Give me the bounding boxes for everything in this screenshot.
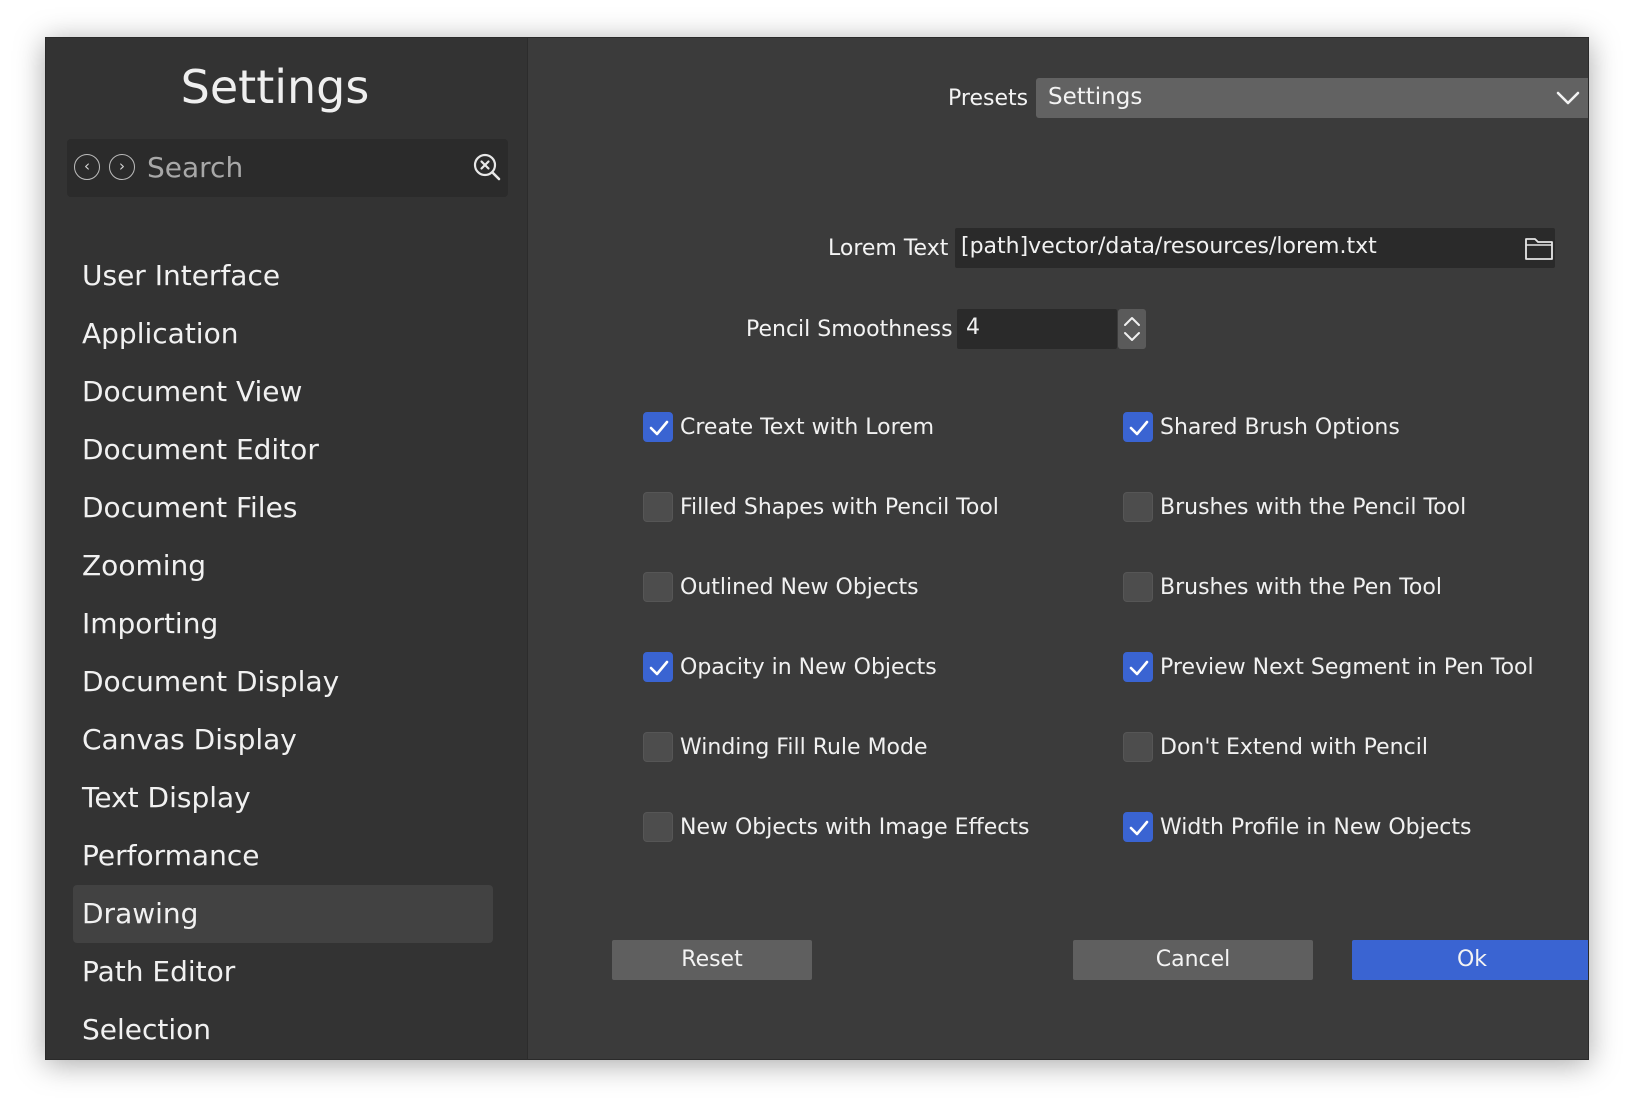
- checkbox-filled-shapes-with-pencil-tool[interactable]: Filled Shapes with Pencil Tool: [643, 491, 999, 523]
- checkbox-dont-extend-with-pencil[interactable]: Don't Extend with Pencil: [1123, 731, 1428, 763]
- sidebar-item-application[interactable]: Application: [73, 305, 493, 363]
- checkbox-box[interactable]: [643, 732, 673, 762]
- reset-button[interactable]: Reset: [612, 940, 812, 980]
- checkbox-label: Preview Next Segment in Pen Tool: [1160, 654, 1534, 680]
- lorem-path-input[interactable]: [path]vector/data/resources/lorem.txt: [955, 228, 1555, 268]
- checkbox-box[interactable]: [643, 652, 673, 682]
- ok-button[interactable]: Ok: [1352, 940, 1588, 980]
- checkmark-icon: [1129, 420, 1149, 436]
- checkbox-box[interactable]: [1123, 732, 1153, 762]
- search-input[interactable]: Search: [147, 151, 243, 184]
- checkbox-preview-next-segment-in-pen-tool[interactable]: Preview Next Segment in Pen Tool: [1123, 651, 1534, 683]
- checkbox-box[interactable]: [643, 492, 673, 522]
- presets-label: Presets: [948, 86, 1029, 111]
- pencil-smoothness-stepper[interactable]: [1118, 309, 1146, 349]
- checkbox-new-objects-with-image-effects[interactable]: New Objects with Image Effects: [643, 811, 1029, 843]
- lorem-path-value: [path]vector/data/resources/lorem.txt: [961, 234, 1377, 259]
- sidebar-item-document-display[interactable]: Document Display: [73, 653, 493, 711]
- checkbox-label: Outlined New Objects: [680, 574, 919, 600]
- checkmark-icon: [649, 660, 669, 676]
- cancel-button[interactable]: Cancel: [1073, 940, 1313, 980]
- checkbox-label: Don't Extend with Pencil: [1160, 734, 1428, 760]
- checkbox-label: Winding Fill Rule Mode: [680, 734, 928, 760]
- sidebar: Settings ‹ › Search User Interface Appli…: [46, 38, 528, 1059]
- pencil-smoothness-label: Pencil Smoothness: [746, 317, 953, 342]
- checkbox-label: Create Text with Lorem: [680, 414, 935, 440]
- checkbox-opacity-in-new-objects[interactable]: Opacity in New Objects: [643, 651, 937, 683]
- checkbox-label: Opacity in New Objects: [680, 654, 937, 680]
- checkbox-brushes-with-the-pencil-tool[interactable]: Brushes with the Pencil Tool: [1123, 491, 1466, 523]
- sidebar-item-user-interface[interactable]: User Interface: [73, 247, 493, 305]
- sidebar-item-canvas-display[interactable]: Canvas Display: [73, 711, 493, 769]
- checkbox-width-profile-in-new-objects[interactable]: Width Profile in New Objects: [1123, 811, 1471, 843]
- sidebar-item-zooming[interactable]: Zooming: [73, 537, 493, 595]
- checkmark-icon: [1129, 660, 1149, 676]
- checkbox-label: Shared Brush Options: [1160, 414, 1400, 440]
- sidebar-item-document-files[interactable]: Document Files: [73, 479, 493, 537]
- chevron-down-icon: [1556, 91, 1580, 105]
- checkbox-box[interactable]: [643, 812, 673, 842]
- sidebar-item-drawing[interactable]: Drawing: [73, 885, 493, 943]
- forward-arrow-icon[interactable]: ›: [109, 154, 135, 180]
- sidebar-item-document-editor[interactable]: Document Editor: [73, 421, 493, 479]
- settings-window: Settings ‹ › Search User Interface Appli…: [45, 37, 1589, 1060]
- checkbox-outlined-new-objects[interactable]: Outlined New Objects: [643, 571, 919, 603]
- checkbox-box[interactable]: [1123, 492, 1153, 522]
- back-arrow-icon[interactable]: ‹: [74, 154, 100, 180]
- checkmark-icon: [1129, 820, 1149, 836]
- checkmark-icon: [649, 420, 669, 436]
- sidebar-item-document-view[interactable]: Document View: [73, 363, 493, 421]
- lorem-text-label: Lorem Text: [828, 236, 949, 261]
- sidebar-item-path-editor[interactable]: Path Editor: [73, 943, 493, 1001]
- checkbox-create-text-with-lorem[interactable]: Create Text with Lorem: [643, 411, 934, 443]
- pencil-smoothness-input[interactable]: 4: [957, 309, 1117, 349]
- search-clear-icon[interactable]: [472, 152, 502, 182]
- checkbox-brushes-with-the-pen-tool[interactable]: Brushes with the Pen Tool: [1123, 571, 1442, 603]
- folder-icon[interactable]: [1523, 234, 1555, 262]
- checkbox-box[interactable]: [1123, 652, 1153, 682]
- checkbox-winding-fill-rule-mode[interactable]: Winding Fill Rule Mode: [643, 731, 928, 763]
- checkbox-box[interactable]: [1123, 812, 1153, 842]
- checkbox-box[interactable]: [1123, 412, 1153, 442]
- presets-value: Settings: [1048, 84, 1143, 110]
- sidebar-item-performance[interactable]: Performance: [73, 827, 493, 885]
- checkbox-label: Width Profile in New Objects: [1160, 814, 1472, 840]
- sidebar-item-selection[interactable]: Selection: [73, 1001, 493, 1059]
- checkbox-shared-brush-options[interactable]: Shared Brush Options: [1123, 411, 1400, 443]
- checkbox-label: Brushes with the Pen Tool: [1160, 574, 1442, 600]
- pencil-smoothness-value: 4: [966, 315, 980, 340]
- checkbox-label: New Objects with Image Effects: [680, 814, 1030, 840]
- checkbox-box[interactable]: [643, 572, 673, 602]
- sidebar-nav: User Interface Application Document View…: [73, 247, 493, 1059]
- stepper-arrows-icon: [1124, 317, 1140, 341]
- presets-select[interactable]: Settings: [1036, 78, 1588, 118]
- sidebar-title: Settings: [180, 60, 370, 114]
- search-bar: ‹ › Search: [67, 139, 508, 197]
- checkbox-label: Brushes with the Pencil Tool: [1160, 494, 1467, 520]
- checkbox-box[interactable]: [643, 412, 673, 442]
- checkbox-box[interactable]: [1123, 572, 1153, 602]
- settings-content: Presets Settings Lorem Text [path]vector…: [528, 38, 1588, 1059]
- sidebar-item-text-display[interactable]: Text Display: [73, 769, 493, 827]
- checkbox-label: Filled Shapes with Pencil Tool: [680, 494, 999, 520]
- sidebar-item-importing[interactable]: Importing: [73, 595, 493, 653]
